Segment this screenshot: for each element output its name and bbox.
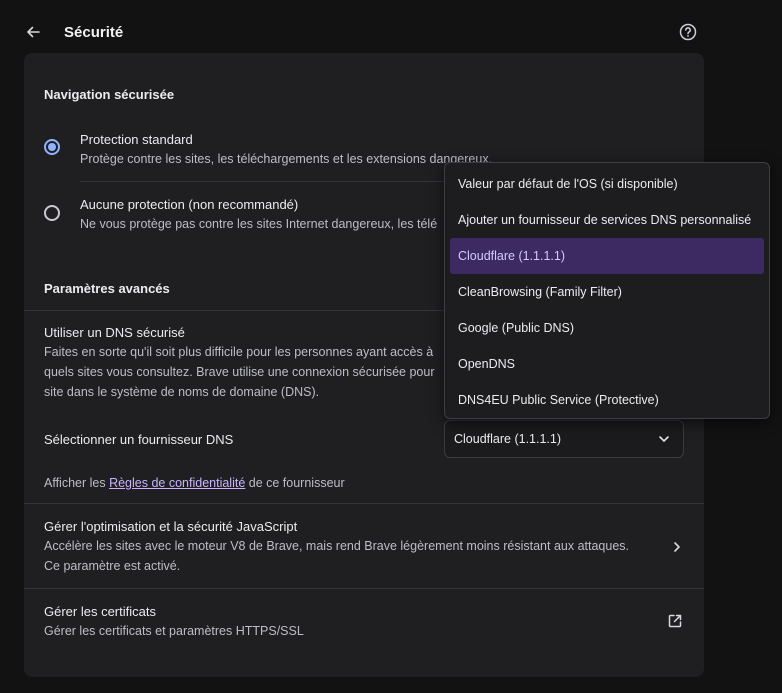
help-circle-icon — [679, 23, 697, 41]
privacy-prefix: Afficher les — [44, 476, 110, 490]
js-desc-line: Ce paramètre est activé. — [44, 559, 181, 573]
chevron-down-icon — [659, 436, 669, 442]
dropdown-option-opendns[interactable]: OpenDNS — [450, 346, 764, 382]
radio-standard[interactable] — [44, 139, 60, 155]
dropdown-option-cloudflare[interactable]: Cloudflare (1.1.1.1) — [450, 238, 764, 274]
js-desc-line: Accélère les sites avec le moteur V8 de … — [44, 539, 630, 553]
help-button[interactable] — [678, 22, 698, 42]
page-title: Sécurité — [64, 23, 124, 41]
privacy-policy-line: Afficher les Règles de confidentialité d… — [44, 473, 345, 493]
dropdown-option-cleanbrowsing[interactable]: CleanBrowsing (Family Filter) — [450, 274, 764, 310]
dns-desc-line: Faites en sorte qu'il soit plus difficil… — [44, 345, 434, 359]
option-label: Protection standard — [80, 132, 193, 147]
option-desc: Protège contre les sites, les télécharge… — [80, 152, 493, 166]
privacy-suffix: de ce fournisseur — [245, 476, 345, 490]
manage-certificates-row[interactable]: Gérer les certificats Gérer les certific… — [24, 589, 704, 659]
dns-title: Utiliser un DNS sécurisé — [44, 325, 185, 340]
certificates-title: Gérer les certificats — [44, 604, 156, 619]
dropdown-option-os-default[interactable]: Valeur par défaut de l'OS (si disponible… — [450, 166, 764, 202]
dns-provider-select[interactable]: Cloudflare (1.1.1.1) — [444, 420, 684, 458]
page-header: Sécurité — [24, 12, 704, 52]
javascript-optimization-row[interactable]: Gérer l'optimisation et la sécurité Java… — [24, 504, 704, 588]
arrow-left-icon — [27, 26, 40, 38]
dns-desc-line: quels sites vous consultez. Brave utilis… — [44, 365, 435, 379]
option-desc: Ne vous protège pas contre les sites Int… — [80, 217, 438, 231]
dns-provider-selected: Cloudflare (1.1.1.1) — [454, 432, 562, 446]
external-link-icon — [668, 614, 682, 628]
dns-provider-label: Sélectionner un fournisseur DNS — [44, 432, 234, 447]
back-button[interactable] — [24, 17, 54, 47]
option-label: Aucune protection (non recommandé) — [80, 197, 299, 212]
dropdown-option-dns4eu[interactable]: DNS4EU Public Service (Protective) — [450, 382, 764, 418]
radio-none[interactable] — [44, 205, 60, 221]
secure-dns-setting: Utiliser un DNS sécurisé Faites en sorte… — [44, 324, 435, 402]
privacy-policy-link[interactable]: Règles de confidentialité — [109, 476, 245, 490]
dns-provider-dropdown: Valeur par défaut de l'OS (si disponible… — [444, 162, 770, 419]
dropdown-option-custom-dns[interactable]: Ajouter un fournisseur de services DNS p… — [450, 202, 764, 238]
section-title-safe-browsing: Navigation sécurisée — [44, 87, 175, 102]
chevron-right-icon — [674, 542, 680, 552]
section-title-advanced: Paramètres avancés — [44, 281, 170, 296]
js-title: Gérer l'optimisation et la sécurité Java… — [44, 519, 298, 534]
dns-desc-line: site dans le système de noms de domaine … — [44, 385, 320, 399]
dropdown-option-google[interactable]: Google (Public DNS) — [450, 310, 764, 346]
certificates-desc: Gérer les certificats et paramètres HTTP… — [44, 624, 304, 638]
